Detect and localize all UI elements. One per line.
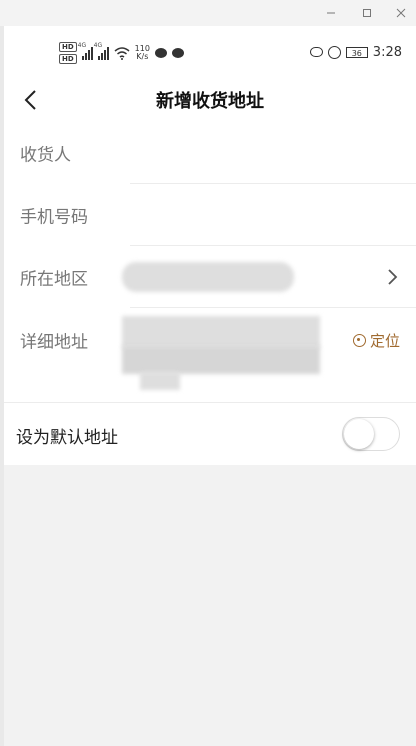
location-pin-icon	[352, 334, 366, 347]
address-value-redacted	[122, 316, 320, 348]
network-type: 4G	[93, 42, 103, 49]
hd-badges: HD HD	[59, 42, 77, 64]
region-value-redacted	[122, 262, 294, 292]
chevron-right-icon	[388, 269, 398, 285]
default-address-row: 设为默认地址	[4, 402, 416, 465]
status-bar: HD HD 4G 4G 110 K/s 36 3:28	[4, 26, 416, 78]
locate-button[interactable]: 定位	[352, 330, 400, 351]
hd-badge: HD	[59, 54, 77, 64]
eye-icon	[309, 47, 323, 57]
close-icon[interactable]	[390, 4, 412, 22]
page-header: 新增收货地址	[4, 78, 416, 122]
status-right-group: 36 3:28	[309, 44, 402, 60]
region-label: 所在地区	[20, 269, 88, 290]
maximize-icon[interactable]	[356, 4, 378, 22]
phone-field[interactable]: 手机号码	[4, 184, 416, 246]
signal-icon: 4G	[78, 42, 93, 60]
alarm-icon	[327, 45, 341, 59]
battery-icon: 36	[345, 46, 368, 58]
status-left-group: HD HD 4G 4G 110 K/s	[59, 41, 184, 65]
locate-label: 定位	[369, 332, 400, 350]
clock-time: 3:28	[372, 44, 402, 60]
message-icon	[171, 48, 184, 58]
minimize-icon[interactable]	[320, 4, 342, 22]
phone-label: 手机号码	[20, 207, 88, 228]
phone-screen: HD HD 4G 4G 110 K/s 36 3:28 新增收货地址 收货人 手…	[4, 26, 416, 746]
address-value-redacted	[140, 372, 180, 390]
wechat-icon	[154, 48, 167, 58]
net-speed-unit: K/s	[136, 52, 149, 61]
window-titlebar	[0, 0, 416, 27]
default-address-toggle[interactable]	[342, 417, 400, 451]
wifi-icon	[114, 46, 130, 60]
network-type: 4G	[77, 42, 87, 49]
hd-badge: HD	[59, 42, 77, 52]
address-value-redacted	[122, 346, 320, 374]
address-field[interactable]: 详细地址 定位	[4, 308, 416, 402]
net-speed: 110 K/s	[135, 45, 150, 61]
signal-icon: 4G	[94, 42, 109, 60]
toggle-knob	[344, 419, 374, 449]
region-selector[interactable]: 所在地区	[4, 246, 416, 308]
default-address-label: 设为默认地址	[16, 428, 118, 448]
receiver-label: 收货人	[20, 145, 71, 166]
receiver-field[interactable]: 收货人	[4, 122, 416, 184]
address-label: 详细地址	[20, 332, 88, 353]
address-form: 收货人 手机号码 所在地区 详细地址 定位	[4, 122, 416, 402]
page-title: 新增收货地址	[156, 91, 264, 112]
